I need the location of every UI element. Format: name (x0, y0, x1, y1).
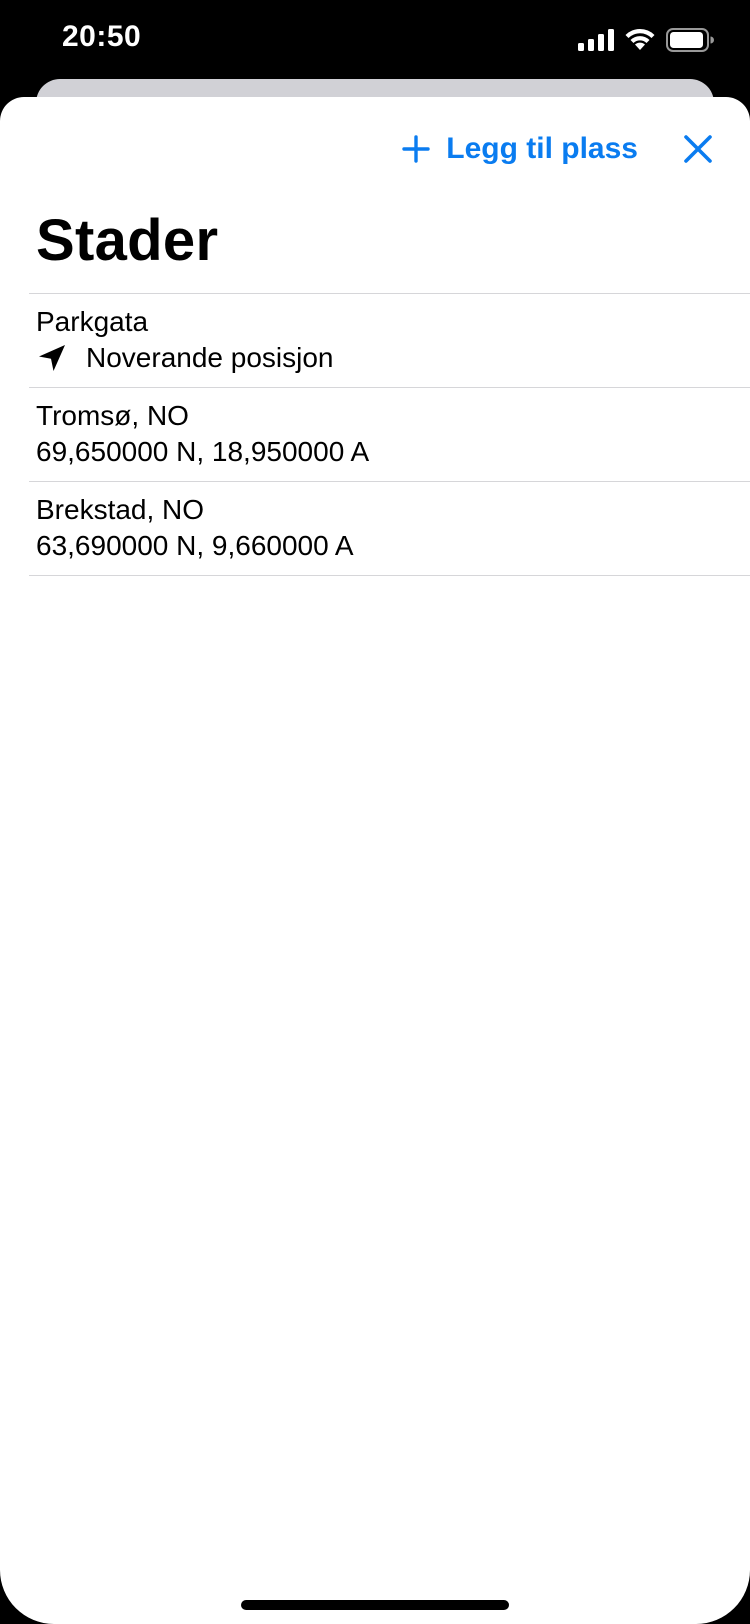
close-icon (684, 135, 712, 163)
location-arrow-icon (39, 345, 65, 371)
place-title: Brekstad, NO (36, 494, 205, 525)
place-item[interactable]: Tromsø, NO 69,650000 N, 18,950000 A (29, 388, 750, 482)
place-item[interactable]: Brekstad, NO 63,690000 N, 9,660000 A (29, 482, 750, 576)
nav-bar: Legg til plass (0, 97, 750, 197)
place-item-current[interactable]: Parkgata Noverande posisjon (29, 294, 750, 388)
plus-icon (402, 135, 430, 163)
place-coordinates: 69,650000 N, 18,950000 A (36, 436, 370, 467)
add-place-label: Legg til plass (446, 132, 638, 165)
add-place-button[interactable]: Legg til plass (402, 127, 638, 171)
cellular-signal-icon (578, 29, 614, 51)
page-title: Stader (36, 208, 219, 273)
home-indicator[interactable] (241, 1600, 509, 1610)
places-list: Parkgata Noverande posisjon Tromsø, NO 6… (29, 293, 750, 576)
places-sheet: Legg til plass Stader Parkgata Noverande… (0, 97, 750, 1624)
close-button[interactable] (680, 131, 716, 167)
place-coordinates: 63,690000 N, 9,660000 A (36, 530, 354, 561)
screen: 20:50 Legg til plass Stader Parkgata Nov… (0, 0, 750, 1624)
place-title: Parkgata (36, 306, 149, 337)
wifi-icon (625, 28, 655, 50)
place-title: Tromsø, NO (36, 400, 189, 431)
battery-icon (666, 28, 714, 52)
place-subtitle-text: Noverande posisjon (86, 342, 334, 373)
status-time: 20:50 (62, 20, 142, 53)
status-bar: 20:50 (0, 0, 750, 80)
status-icons (578, 28, 714, 52)
place-subtitle: Noverande posisjon (36, 342, 334, 374)
